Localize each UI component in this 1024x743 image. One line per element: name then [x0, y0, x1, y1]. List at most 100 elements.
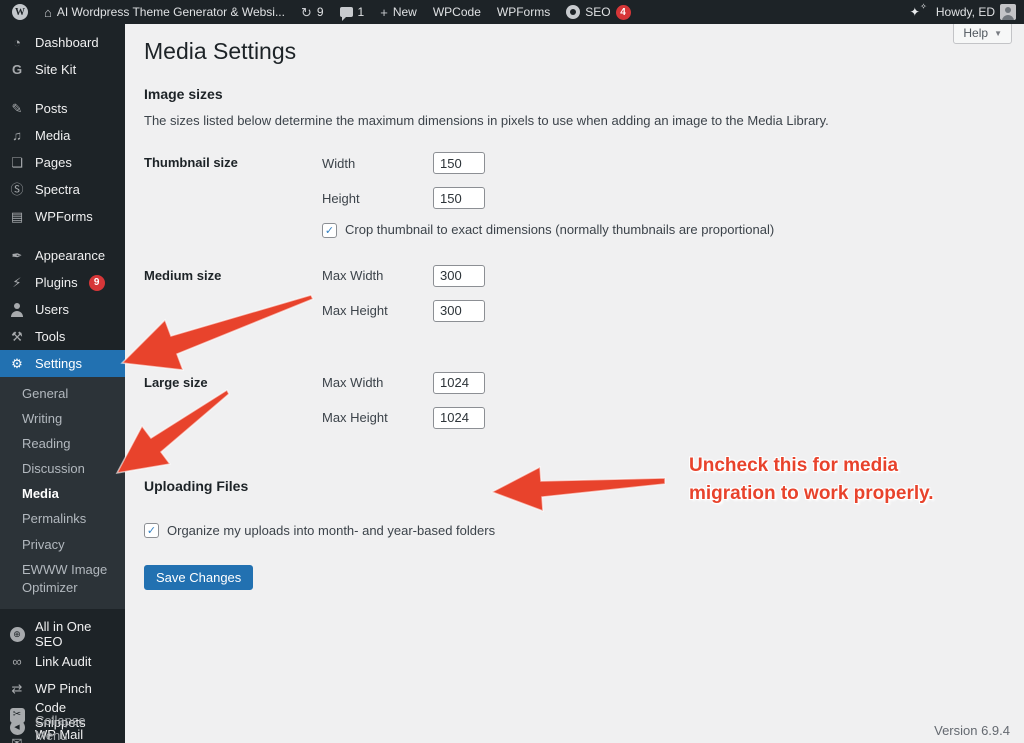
large-size-row: Large size Max Width Max Height — [144, 372, 1004, 442]
submenu-item-discussion[interactable]: Discussion — [0, 457, 125, 482]
wordpress-menu[interactable]: W — [4, 0, 36, 24]
save-changes-button[interactable]: Save Changes — [144, 565, 253, 590]
new-label: New — [393, 5, 417, 19]
sidebar-item-plugins[interactable]: ⚡ Plugins 9 — [0, 269, 125, 296]
medium-size-row: Medium size Max Width Max Height — [144, 265, 1004, 335]
sidebar-item-users[interactable]: Users — [0, 296, 125, 323]
thumbnail-width-field: Width — [322, 152, 774, 174]
help-button[interactable]: Help ▼ — [953, 24, 1012, 44]
menu-separator — [0, 83, 125, 95]
image-sizes-heading: Image sizes — [144, 86, 1004, 102]
thumbnail-width-input[interactable] — [433, 152, 485, 174]
sparkle-small: ✧ — [920, 2, 927, 11]
medium-max-height-input[interactable] — [433, 300, 485, 322]
max-width-label: Max Width — [322, 268, 433, 283]
sidebar-label: Appearance — [35, 248, 105, 263]
arrows-loop-icon: ⇄ — [8, 682, 26, 695]
main-content: Help ▼ Media Settings Image sizes The si… — [125, 24, 1024, 743]
sidebar-label: All in One SEO — [35, 619, 117, 649]
wpcode-menu[interactable]: WPCode — [425, 0, 489, 24]
submenu-item-media[interactable]: Media — [0, 482, 125, 507]
sidebar-item-link-audit[interactable]: ∞ Link Audit — [0, 648, 125, 675]
sidebar-label: WP Pinch — [35, 681, 92, 696]
admin-bar-right: ✦✧ Howdy, ED — [902, 0, 1024, 24]
chevron-down-icon: ▼ — [994, 29, 1002, 38]
organize-uploads-label: Organize my uploads into month- and year… — [167, 523, 495, 538]
sidebar-label: Site Kit — [35, 62, 76, 77]
comments-count: 1 — [358, 5, 365, 19]
version-text: Version 6.9.4 — [934, 723, 1010, 738]
height-label: Height — [322, 191, 433, 206]
sidebar-label: Dashboard — [35, 35, 99, 50]
medium-max-width-input[interactable] — [433, 265, 485, 287]
medium-max-width-field: Max Width — [322, 265, 485, 287]
avatar — [1000, 4, 1016, 20]
large-max-width-input[interactable] — [433, 372, 485, 394]
account-menu[interactable]: Howdy, ED — [928, 0, 1024, 24]
wordpress-logo-icon: W — [12, 4, 28, 20]
crop-thumbnail-checkbox[interactable]: ✓ — [322, 223, 337, 238]
plugins-icon: ⚡ — [8, 276, 26, 289]
sidebar-item-pages[interactable]: ❏ Pages — [0, 149, 125, 176]
submenu-item-reading[interactable]: Reading — [0, 431, 125, 456]
sidebar-item-spectra[interactable]: Ⓢ Spectra — [0, 176, 125, 203]
updates-menu[interactable]: ↻ 9 — [293, 0, 332, 24]
seo-gauge-icon — [566, 5, 580, 19]
site-title: AI Wordpress Theme Generator & Websi... — [57, 5, 285, 19]
sidebar-label: Plugins — [35, 275, 78, 290]
seo-menu[interactable]: SEO 4 — [558, 0, 638, 24]
appearance-icon: ✒ — [8, 249, 26, 262]
sidebar-item-posts[interactable]: ✎ Posts — [0, 95, 125, 122]
pages-icon: ❏ — [8, 156, 26, 169]
submenu-item-privacy[interactable]: Privacy — [0, 532, 125, 557]
settings-submenu: General Writing Reading Discussion Media… — [0, 377, 125, 609]
sidebar-item-media[interactable]: ♫ Media — [0, 122, 125, 149]
sidebar-item-tools[interactable]: ⚒ Tools — [0, 323, 125, 350]
sidebar-item-wp-pinch[interactable]: ⇄ WP Pinch — [0, 675, 125, 702]
sidebar-item-wpforms[interactable]: ▤ WPForms — [0, 203, 125, 230]
sidebar-item-settings[interactable]: ⚙ Settings — [0, 350, 125, 377]
sidebar-item-appearance[interactable]: ✒ Appearance — [0, 242, 125, 269]
dashboard-icon: ◔ — [8, 36, 26, 49]
collapse-menu-button[interactable]: ◀ Collapse Menu — [0, 714, 125, 741]
plus-icon: + — [380, 6, 388, 19]
sidebar-item-dashboard[interactable]: ◔ Dashboard — [0, 29, 125, 56]
sidebar-label: WPForms — [35, 209, 93, 224]
organize-uploads-checkbox[interactable]: ✓ — [144, 523, 159, 538]
tools-icon: ⚒ — [8, 330, 26, 343]
sidebar-label: Link Audit — [35, 654, 91, 669]
sidebar-label: Pages — [35, 155, 72, 170]
submenu-item-ewww-image-optimizer[interactable]: EWWW Image Optimizer — [0, 557, 125, 600]
wpforms-label: WPForms — [497, 5, 550, 19]
crop-thumbnail-label: Crop thumbnail to exact dimensions (norm… — [345, 222, 774, 237]
submenu-item-general[interactable]: General — [0, 381, 125, 406]
users-icon — [8, 303, 26, 317]
sidebar-item-all-in-one-seo[interactable]: ⊕ All in One SEO — [0, 621, 125, 648]
large-max-width-field: Max Width — [322, 372, 485, 394]
sidebar-label: Posts — [35, 101, 68, 116]
wpcode-label: WPCode — [433, 5, 481, 19]
new-content-menu[interactable]: + New — [372, 0, 425, 24]
wpforms-menu[interactable]: WPForms — [489, 0, 558, 24]
updates-count: 9 — [317, 5, 324, 19]
howdy-label: Howdy, ED — [936, 5, 995, 19]
thumbnail-height-input[interactable] — [433, 187, 485, 209]
site-name-menu[interactable]: ⌂ AI Wordpress Theme Generator & Websi..… — [36, 0, 293, 24]
crop-thumbnail-option: ✓ Crop thumbnail to exact dimensions (no… — [322, 222, 774, 238]
submenu-item-permalinks[interactable]: Permalinks — [0, 507, 125, 532]
comments-menu[interactable]: 1 — [332, 0, 373, 24]
sidebar-label: Spectra — [35, 182, 80, 197]
medium-size-label: Medium size — [144, 265, 322, 335]
link-icon: ∞ — [8, 655, 26, 668]
large-max-height-field: Max Height — [322, 407, 485, 429]
all-in-one-seo-icon: ⊕ — [10, 627, 25, 642]
large-max-height-input[interactable] — [433, 407, 485, 429]
comments-icon — [340, 7, 353, 17]
image-sizes-description: The sizes listed below determine the max… — [144, 113, 1004, 128]
sidebar-item-site-kit[interactable]: G Site Kit — [0, 56, 125, 83]
media-settings-form: Thumbnail size Width Height ✓ Crop thumb… — [144, 152, 1004, 442]
spectra-icon: Ⓢ — [8, 183, 26, 196]
updates-icon: ↻ — [301, 6, 312, 19]
submenu-item-writing[interactable]: Writing — [0, 406, 125, 431]
ai-sparkles-icon[interactable]: ✦✧ — [902, 5, 928, 19]
